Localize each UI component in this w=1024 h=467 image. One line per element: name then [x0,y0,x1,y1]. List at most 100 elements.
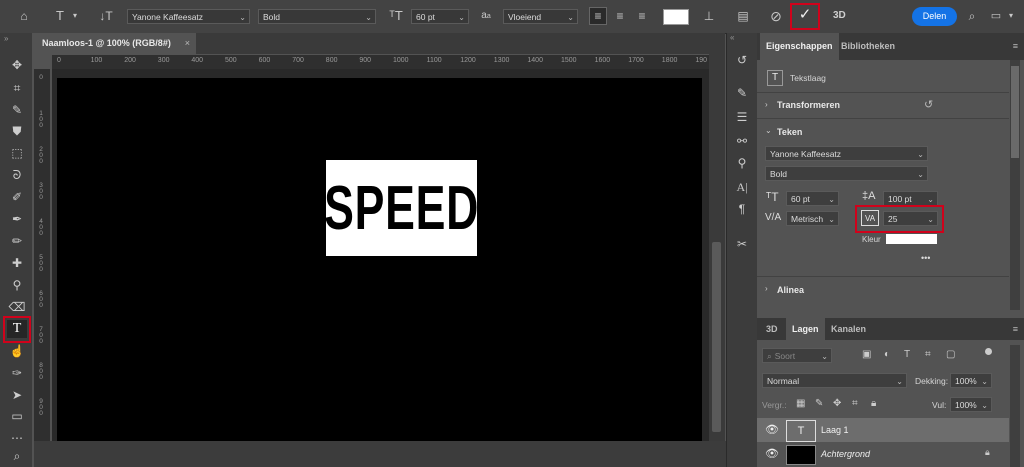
stamp-tool-icon[interactable]: ⚲ [7,276,27,294]
tools-preset-icon[interactable]: ✂ [732,235,752,253]
visibility-eye-icon[interactable]: 👁︎ [765,447,779,460]
chevron-down-icon[interactable]: ▾ [1006,8,1016,24]
paragraph-icon[interactable]: ¶ [732,200,752,218]
font-family-select[interactable]: Yanone Kaffeesatz ⌄ [127,9,250,24]
tab-3d[interactable]: 3D [760,318,784,340]
filter-type-icon[interactable]: T [904,349,910,360]
fill-select[interactable]: 100% ⌄ [950,397,992,412]
tab-channels[interactable]: Kanalen [825,318,872,340]
close-icon[interactable]: × [185,33,190,53]
lock-pixels-icon[interactable]: ✎ [815,398,823,409]
tracking-select[interactable]: 25 ⌄ [883,211,938,226]
lock-artboard-icon[interactable]: ⌗ [852,398,858,409]
properties-font-family-select[interactable]: Yanone Kaffeesatz ⌄ [765,146,928,161]
warp-text-icon[interactable]: ⊥ [700,8,718,24]
filter-toggle-icon[interactable] [985,348,992,355]
share-button[interactable]: Delen [912,7,957,26]
layer-row[interactable]: 👁︎ Achtergrond 🔒︎ [757,442,1009,466]
quick-selection-tool-icon[interactable]: ✐ [7,188,27,206]
leading-select[interactable]: 100 pt ⌄ [883,191,938,206]
zoom-tool-icon[interactable]: ⌕ [7,447,27,465]
kerning-select[interactable]: Metrisch ⌄ [786,211,839,226]
visibility-eye-icon[interactable]: 👁︎ [765,423,779,436]
more-tools-icon[interactable]: ⋯ [7,429,27,447]
healing-brush-tool-icon[interactable]: ✚ [7,254,27,272]
pen-tool-icon[interactable]: ✒ [7,210,27,228]
layers-scrollbar[interactable] [1010,345,1020,467]
panel-menu-icon[interactable]: ≡ [1013,41,1018,51]
eyedropper-tool-icon[interactable]: ✎ [7,101,27,119]
collapse-panel-icon[interactable]: « [730,33,734,42]
properties-font-style-select[interactable]: Bold ⌄ [765,166,928,181]
crop-tool-icon[interactable]: ⌗ [7,79,27,97]
rectangle-tool-icon[interactable]: ▭ [7,407,27,425]
panel-menu-icon[interactable]: ≡ [1013,324,1018,334]
tab-layers[interactable]: Lagen [786,318,825,340]
font-size-select[interactable]: 60 pt ⌄ [411,9,469,24]
history-icon[interactable]: ↺ [732,51,752,69]
home-icon[interactable]: ⌂ [14,8,34,24]
font-style-select[interactable]: Bold ⌄ [258,9,376,24]
move-tool-icon[interactable]: ✥ [7,56,27,74]
align-right-icon[interactable]: ≡ [633,8,651,24]
three-d-mode-button[interactable]: 3D [833,10,846,21]
text-tool-preset-icon[interactable]: T [50,8,70,24]
checkmark-icon[interactable]: ✓ [795,7,815,23]
type-tool-icon[interactable]: T [7,320,27,338]
properties-scrollbar[interactable] [1010,60,1020,310]
marquee-tool-icon[interactable]: ⬚ [7,144,27,162]
character-icon[interactable]: A| [732,178,752,196]
filter-smart-object-icon[interactable]: ▢ [946,349,955,360]
transform-section-header[interactable]: Transformeren [777,100,840,110]
lock-transparent-icon[interactable]: ▦ [796,398,805,409]
layer-name[interactable]: Laag 1 [821,425,849,435]
chevron-down-icon[interactable]: ⌄ [765,126,772,135]
brush-tool-icon[interactable]: ✏ [7,232,27,250]
reset-transform-icon[interactable]: ↺ [924,98,933,111]
filter-shape-icon[interactable]: ⌗ [925,349,931,360]
text-color-swatch[interactable] [663,9,689,25]
more-options-icon[interactable]: ••• [921,253,930,263]
workspace-icon[interactable]: ▭ [988,8,1004,24]
eraser-tool-icon[interactable]: ⌫ [7,298,27,316]
search-icon[interactable]: ⌕ [964,8,980,24]
properties-font-size-select[interactable]: 60 pt ⌄ [786,191,839,206]
tab-properties[interactable]: Eigenschappen [760,33,839,60]
document-tab[interactable]: Naamloos-1 @ 100% (RGB/8#) × [32,33,196,54]
chevron-right-icon[interactable]: › [765,284,768,293]
lock-all-icon[interactable]: 🔒︎ [871,398,876,409]
character-panel-icon[interactable]: ▤ [734,8,752,24]
layer-name[interactable]: Achtergrond [821,449,870,459]
blend-mode-select[interactable]: Normaal ⌄ [762,373,907,388]
chevron-right-icon[interactable]: › [765,100,768,109]
lock-position-icon[interactable]: ✥ [833,398,841,409]
lasso-tool-icon[interactable]: ᘐ [7,166,27,184]
layer-row[interactable]: 👁︎ T Laag 1 [757,418,1009,442]
scrollbar-thumb[interactable] [712,242,721,432]
cancel-circle-icon[interactable]: ⊘ [767,8,785,24]
text-color-swatch[interactable] [886,234,937,244]
chevron-down-icon[interactable]: ▾ [70,8,80,24]
antialias-select[interactable]: Vloeiend ⌄ [503,9,578,24]
canvas-text[interactable]: SPEED [324,173,479,244]
text-orientation-icon[interactable]: ↓T [96,8,116,24]
paragraph-section-header[interactable]: Alinea [777,285,804,295]
opacity-select[interactable]: 100% ⌄ [950,373,992,388]
filter-adjustment-icon[interactable]: ◐ [884,349,890,360]
smudge-tool-icon[interactable]: ☝ [7,342,27,360]
stamp-icon[interactable]: ⚲ [732,154,752,172]
tab-libraries[interactable]: Bibliotheken [835,33,901,60]
filter-pixel-icon[interactable]: ▣ [862,349,871,360]
scrollbar-thumb[interactable] [1011,66,1019,158]
align-left-icon[interactable]: ≡ [589,7,607,25]
path-selection-tool-icon[interactable]: ➤ [7,386,27,404]
align-center-icon[interactable]: ≡ [611,8,629,24]
pen-anchor-tool-icon[interactable]: ✑ [7,364,27,382]
canvas[interactable] [57,78,702,441]
text-layer-bounding-box[interactable]: SPEED [324,160,479,256]
brush-settings-icon[interactable]: ✎ [732,84,752,102]
layer-filter-select[interactable]: ⌕ Soort ⌄ [762,348,832,363]
collapse-panel-icon[interactable]: » [4,34,8,43]
paint-bucket-tool-icon[interactable]: ⛊ [7,122,27,140]
clone-source-icon[interactable]: ⚯ [732,132,752,150]
